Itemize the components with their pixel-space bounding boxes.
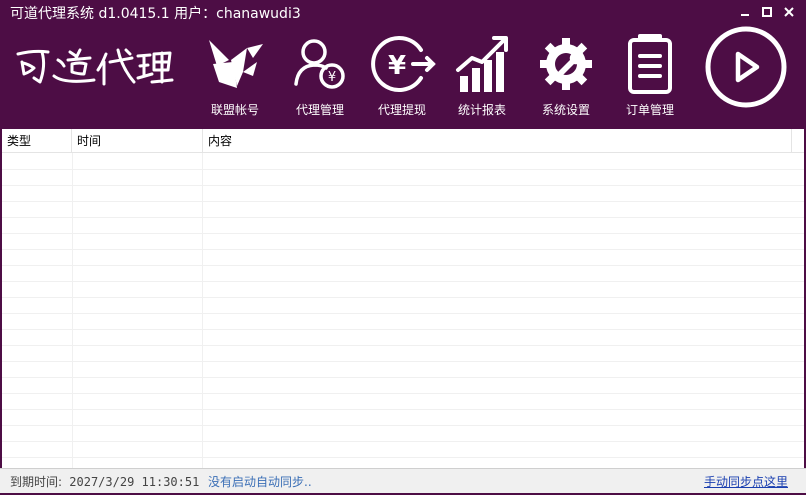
- bar-chart-growth-icon: [442, 32, 522, 96]
- row-gridline: [2, 441, 804, 442]
- row-gridline: [2, 377, 804, 378]
- sync-status: 没有启动自动同步..: [208, 475, 312, 489]
- row-gridline: [2, 345, 804, 346]
- column-header-type[interactable]: 类型: [2, 129, 72, 153]
- toolbar-button-statistics[interactable]: 统计报表: [442, 32, 522, 122]
- close-icon: [784, 7, 794, 17]
- row-gridline: [2, 329, 804, 330]
- row-gridline: [2, 201, 804, 202]
- close-button[interactable]: [782, 4, 796, 20]
- toolbar-button-order-management[interactable]: 订单管理: [610, 32, 690, 122]
- row-gridline: [2, 361, 804, 362]
- maximize-icon: [762, 7, 772, 17]
- yen-withdraw-icon: ¥: [362, 32, 442, 96]
- toolbar-label: 代理提现: [377, 103, 426, 117]
- toolbar-label: 代理管理: [295, 103, 344, 117]
- column-header-content[interactable]: 内容: [203, 129, 792, 153]
- row-gridline: [2, 281, 804, 282]
- app-window: 可道代理系统 d1.0415.1 用户：chanawudi3 联盟帐号 ¥ 代理…: [0, 0, 806, 495]
- expiry-info: 到期时间: 2027/3/29 11:30:51: [10, 475, 199, 490]
- row-gridline: [2, 409, 804, 410]
- origami-bird-icon: [195, 32, 275, 96]
- row-gridline: [2, 457, 804, 458]
- gear-wrench-icon: [526, 32, 606, 96]
- toolbar-label: 统计报表: [457, 103, 506, 117]
- toolbar-button-agent-withdraw[interactable]: ¥ 代理提现: [362, 32, 442, 122]
- table-body: [2, 153, 804, 468]
- play-circle-icon: [705, 26, 787, 108]
- svg-text:¥: ¥: [388, 51, 406, 81]
- clipboard-list-icon: [610, 32, 690, 96]
- window-title: 可道代理系统 d1.0415.1 用户：chanawudi3: [10, 6, 301, 22]
- row-gridline: [2, 313, 804, 314]
- manual-sync-link[interactable]: 手动同步点这里: [704, 475, 788, 490]
- brand-calligraphy-icon: [16, 48, 174, 86]
- toolbar-label: 订单管理: [625, 103, 674, 117]
- window-controls: [738, 4, 796, 20]
- row-gridline: [2, 185, 804, 186]
- row-gridline: [2, 425, 804, 426]
- toolbar-button-agent-management[interactable]: ¥ 代理管理: [280, 32, 360, 122]
- toolbar-label: 联盟帐号: [210, 103, 259, 117]
- expiry-value: 2027/3/29 11:30:51: [69, 475, 200, 489]
- title-bar[interactable]: 可道代理系统 d1.0415.1 用户：chanawudi3: [0, 0, 806, 28]
- table-header: 类型 时间 内容: [2, 129, 804, 153]
- row-gridline: [2, 297, 804, 298]
- row-gridline: [2, 217, 804, 218]
- column-header-time[interactable]: 时间: [72, 129, 203, 153]
- toolbar-button-system-settings[interactable]: 系统设置: [526, 32, 606, 122]
- brand-logo: [14, 42, 174, 92]
- row-gridline: [2, 249, 804, 250]
- row-gridline: [2, 265, 804, 266]
- maximize-button[interactable]: [760, 4, 774, 20]
- row-gridline: [2, 233, 804, 234]
- expiry-label: 到期时间:: [10, 475, 63, 489]
- row-gridline: [2, 169, 804, 170]
- play-button[interactable]: [703, 24, 789, 110]
- svg-text:¥: ¥: [328, 70, 336, 85]
- toolbar-button-alliance-account[interactable]: 联盟帐号: [195, 32, 275, 122]
- minimize-button[interactable]: [738, 4, 752, 20]
- row-gridline: [2, 393, 804, 394]
- user-yen-icon: ¥: [280, 32, 360, 96]
- log-table[interactable]: 类型 时间 内容: [2, 129, 804, 468]
- minimize-icon: [741, 14, 749, 16]
- toolbar-label: 系统设置: [541, 103, 590, 117]
- status-bar: 到期时间: 2027/3/29 11:30:51 没有启动自动同步.. 手动同步…: [0, 468, 806, 495]
